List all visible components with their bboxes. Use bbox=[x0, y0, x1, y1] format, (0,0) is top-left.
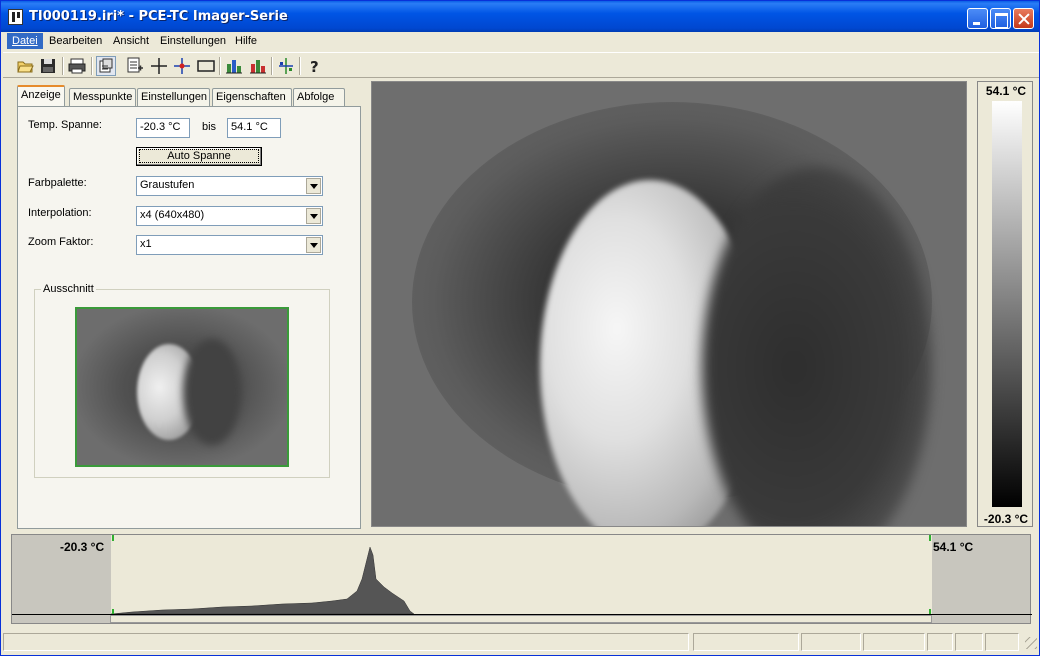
menu-ansicht[interactable]: Ansicht bbox=[108, 33, 154, 49]
temp-min-input[interactable]: -20.3 °C bbox=[136, 118, 190, 138]
status-pane-main bbox=[3, 633, 689, 651]
palette-label: Farbpalette: bbox=[28, 177, 87, 189]
window-title: TI000119.iri* - PCE-TC Imager-Serie bbox=[29, 9, 288, 24]
toolbar: ? bbox=[3, 52, 1039, 78]
svg-text:?: ? bbox=[310, 58, 319, 76]
bis-label: bis bbox=[202, 121, 217, 133]
thumbnail-shadow bbox=[183, 339, 241, 445]
chevron-down-icon[interactable] bbox=[306, 208, 321, 224]
crosshair-icon[interactable] bbox=[149, 56, 169, 76]
resize-grip-icon[interactable] bbox=[1025, 637, 1037, 649]
tab-einstellungen[interactable]: Einstellungen bbox=[137, 88, 210, 107]
histogram-color-icon[interactable] bbox=[248, 56, 268, 76]
palette-value: Graustufen bbox=[140, 179, 195, 191]
status-pane-2 bbox=[801, 633, 861, 651]
chevron-down-icon[interactable] bbox=[306, 178, 321, 194]
histogram-max-label: 54.1 °C bbox=[933, 540, 974, 554]
chevron-down-icon[interactable] bbox=[306, 237, 321, 253]
title-bar[interactable]: TI000119.iri* - PCE-TC Imager-Serie bbox=[1, 1, 1039, 32]
status-pane-4 bbox=[927, 633, 953, 651]
tab-eigenschaften[interactable]: Eigenschaften bbox=[212, 88, 292, 107]
thermal-image[interactable] bbox=[371, 81, 967, 527]
status-pane-1 bbox=[693, 633, 799, 651]
zoom-label: Zoom Faktor: bbox=[28, 236, 94, 248]
status-bar bbox=[3, 631, 1039, 653]
histogram-plot bbox=[110, 535, 931, 615]
settings-panel: Anzeige Messpunkte Einstellungen Eigensc… bbox=[11, 85, 361, 529]
app-icon[interactable] bbox=[8, 9, 23, 25]
histogram-icon[interactable] bbox=[224, 56, 244, 76]
temp-max-input[interactable]: 54.1 °C bbox=[227, 118, 281, 138]
maximize-button[interactable] bbox=[990, 8, 1011, 29]
scale-gradient-bar bbox=[992, 101, 1022, 507]
open-folder-icon[interactable] bbox=[15, 56, 35, 76]
menu-bar: Datei Bearbeiten Ansicht Einstellungen H… bbox=[1, 32, 1039, 50]
menu-datei[interactable]: Datei bbox=[7, 33, 43, 49]
help-icon[interactable]: ? bbox=[304, 56, 324, 76]
tab-abfolge[interactable]: Abfolge bbox=[293, 88, 345, 107]
measure-point-icon[interactable] bbox=[172, 56, 192, 76]
properties-icon[interactable] bbox=[96, 56, 116, 76]
interpolation-value: x4 (640x480) bbox=[140, 209, 205, 221]
auto-span-button[interactable]: Auto Spanne bbox=[136, 147, 262, 166]
overview-thumbnail[interactable] bbox=[75, 307, 289, 467]
marker-icon[interactable] bbox=[276, 56, 296, 76]
zoom-value: x1 bbox=[140, 238, 152, 250]
status-pane-3 bbox=[863, 633, 925, 651]
menu-bearbeiten[interactable]: Bearbeiten bbox=[44, 33, 107, 49]
minimize-button[interactable] bbox=[967, 8, 988, 29]
ausschnitt-label: Ausschnitt bbox=[41, 283, 96, 295]
rectangle-icon[interactable] bbox=[196, 56, 216, 76]
application-window: TI000119.iri* - PCE-TC Imager-Serie Date… bbox=[0, 0, 1040, 656]
histogram-scrollbar[interactable] bbox=[110, 615, 932, 623]
close-button[interactable] bbox=[1013, 8, 1034, 29]
status-pane-5 bbox=[955, 633, 983, 651]
histogram-panel: -20.3 °C 54.1 °C bbox=[11, 534, 1032, 624]
interpolation-label: Interpolation: bbox=[28, 207, 92, 219]
tab-messpunkte[interactable]: Messpunkte bbox=[69, 88, 136, 107]
report-icon[interactable] bbox=[125, 56, 145, 76]
ausschnitt-group: Ausschnitt bbox=[34, 283, 330, 478]
menu-einstellungen[interactable]: Einstellungen bbox=[155, 33, 231, 49]
status-pane-6 bbox=[985, 633, 1019, 651]
auto-span-label: Auto Spanne bbox=[139, 149, 259, 163]
tab-pane-anzeige: Temp. Spanne: -20.3 °C bis 54.1 °C Auto … bbox=[17, 106, 361, 529]
menu-hilfe[interactable]: Hilfe bbox=[230, 33, 262, 49]
print-icon[interactable] bbox=[67, 56, 87, 76]
scale-max-label: 54.1 °C bbox=[985, 84, 1027, 98]
tab-anzeige[interactable]: Anzeige bbox=[17, 85, 65, 107]
color-scale: 54.1 °C -20.3 °C bbox=[977, 81, 1033, 527]
zoom-select[interactable]: x1 bbox=[136, 235, 323, 255]
temp-span-label: Temp. Spanne: bbox=[28, 119, 102, 131]
scale-min-label: -20.3 °C bbox=[983, 512, 1029, 526]
histogram-min-label: -20.3 °C bbox=[60, 540, 105, 554]
save-icon[interactable] bbox=[38, 56, 58, 76]
interpolation-select[interactable]: x4 (640x480) bbox=[136, 206, 323, 226]
palette-select[interactable]: Graustufen bbox=[136, 176, 323, 196]
